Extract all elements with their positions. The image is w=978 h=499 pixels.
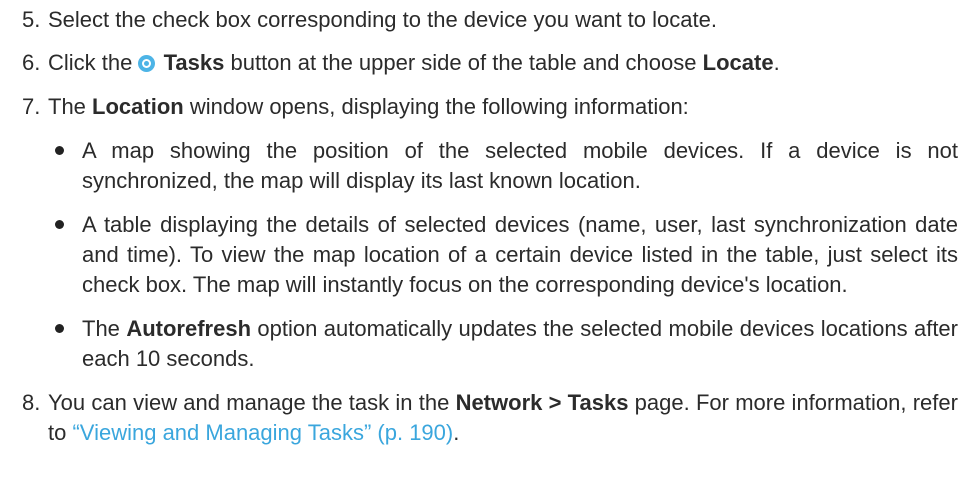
- step-number: 6.: [22, 50, 41, 75]
- locate-label: Locate: [702, 50, 774, 75]
- step-5: 5. Select the check box corresponding to…: [22, 5, 958, 35]
- text: You can view and manage the task in the: [48, 390, 450, 415]
- step-text: Select the check box corresponding to th…: [48, 7, 717, 32]
- text: window opens, displaying the following i…: [189, 94, 689, 119]
- text: button at the upper side of the table an…: [230, 50, 697, 75]
- step-6: 6. Click the Tasks button at the upper s…: [22, 48, 958, 78]
- step-number: 8.: [22, 390, 41, 415]
- autorefresh-label: Autorefresh: [126, 316, 252, 341]
- list-item: A table displaying the details of select…: [48, 210, 958, 300]
- viewing-managing-tasks-link[interactable]: “Viewing and Managing Tasks” (p. 190): [72, 420, 453, 445]
- step-text: The Location window opens, displaying th…: [48, 92, 958, 122]
- step-number: 5.: [22, 7, 41, 32]
- list-item: The Autorefresh option automatically upd…: [48, 314, 958, 374]
- step-8: 8. You can view and manage the task in t…: [22, 388, 958, 448]
- text: .: [773, 50, 780, 75]
- document: 5. Select the check box corresponding to…: [0, 0, 978, 448]
- step-7: 7. The Location window opens, displaying…: [22, 92, 958, 122]
- bullet-text: A table displaying the details of select…: [82, 212, 958, 297]
- bullet-icon: [48, 136, 82, 196]
- text: Click the: [48, 50, 133, 75]
- bullet-text: The Autorefresh option automatically upd…: [82, 314, 958, 374]
- list-item: A map showing the position of the select…: [48, 136, 958, 196]
- bullet-text: A map showing the position of the select…: [82, 138, 958, 193]
- bullet-list: A map showing the position of the select…: [48, 136, 958, 374]
- step-number: 7.: [22, 94, 41, 119]
- tasks-label: Tasks: [163, 50, 225, 75]
- text: .: [453, 420, 460, 445]
- network-tasks-label: Network > Tasks: [455, 390, 629, 415]
- bullet-icon: [48, 314, 82, 374]
- text: The: [48, 94, 86, 119]
- tasks-icon: [138, 55, 156, 72]
- text: The: [82, 316, 120, 341]
- bullet-icon: [48, 210, 82, 300]
- location-label: Location: [92, 94, 184, 119]
- step-text: You can view and manage the task in the …: [48, 388, 958, 448]
- step-text: Click the Tasks button at the upper side…: [48, 48, 958, 78]
